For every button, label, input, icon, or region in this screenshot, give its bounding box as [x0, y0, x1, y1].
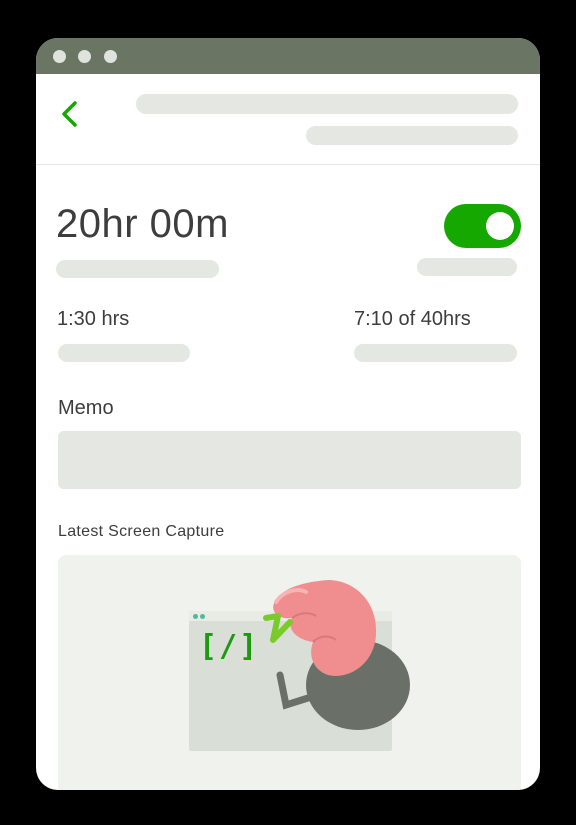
window-titlebar — [36, 38, 540, 74]
title-placeholder — [136, 94, 518, 114]
screen-capture-preview[interactable]: [/] — [58, 555, 521, 790]
timer-duration: 20hr 00m — [56, 202, 229, 246]
app-window: 20hr 00m 1:30 hrs 7:10 of 40hrs Memo Lat… — [36, 38, 540, 790]
timer-toggle[interactable] — [444, 204, 521, 248]
thumbnail-dot — [200, 614, 205, 619]
stat-left-value: 1:30 hrs — [57, 308, 130, 330]
memo-field[interactable] — [58, 431, 521, 489]
window-dot[interactable] — [104, 50, 117, 63]
toggle-knob — [486, 212, 514, 240]
stat-right-placeholder — [354, 344, 517, 362]
subtitle-placeholder — [306, 126, 518, 145]
window-dot[interactable] — [78, 50, 91, 63]
back-button[interactable] — [56, 99, 86, 129]
thumbnail-dot — [193, 614, 198, 619]
page-header — [36, 74, 540, 165]
chevron-left-icon — [62, 101, 77, 127]
hand-illustration — [263, 580, 410, 730]
toggle-placeholder — [417, 258, 517, 276]
capture-label: Latest Screen Capture — [58, 523, 225, 540]
stat-left-placeholder — [58, 344, 190, 362]
window-dot[interactable] — [53, 50, 66, 63]
memo-label: Memo — [58, 397, 114, 419]
stat-right-value: 7:10 of 40hrs — [354, 308, 471, 330]
duration-placeholder — [56, 260, 219, 278]
